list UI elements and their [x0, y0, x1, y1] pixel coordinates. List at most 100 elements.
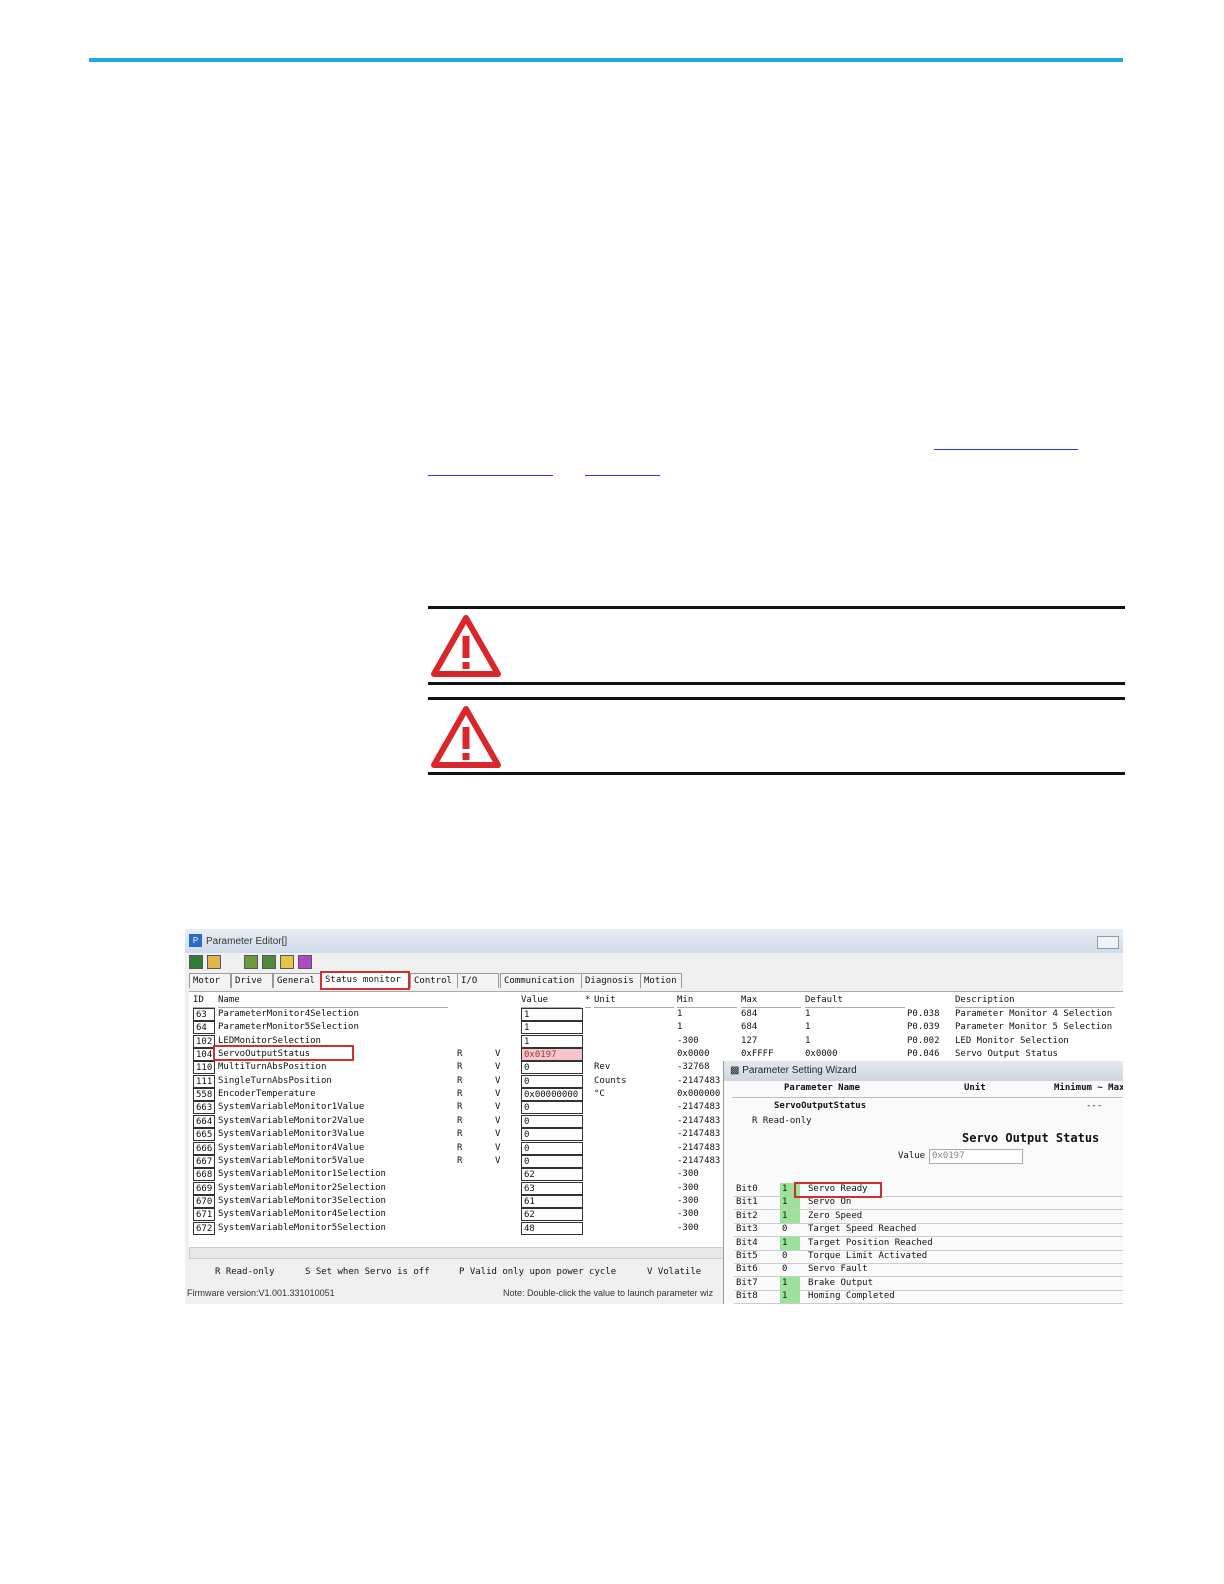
- cell-value[interactable]: 1: [521, 1021, 583, 1035]
- bit-row: Bit7 1 Brake Output: [734, 1276, 1123, 1291]
- cell-value[interactable]: 62: [521, 1168, 583, 1182]
- bit-value: 1: [782, 1197, 788, 1208]
- tab-control[interactable]: Control: [410, 973, 458, 988]
- cell-id: 63: [193, 1008, 215, 1021]
- wizard-value-label: Value: [898, 1151, 926, 1161]
- col-max-header[interactable]: Max: [741, 994, 801, 1008]
- wizard-value-field[interactable]: 0x0197: [929, 1149, 1023, 1164]
- cell-desc: Servo Output Status: [955, 1049, 1058, 1060]
- cell-value[interactable]: 48: [521, 1221, 583, 1235]
- cell-value[interactable]: 0: [521, 1074, 583, 1088]
- cell-value[interactable]: 0: [521, 1061, 583, 1075]
- cross-reference-link-3[interactable]: [585, 475, 660, 476]
- bit-label: Target Speed Reached: [808, 1224, 917, 1235]
- cell-value[interactable]: 0x0197: [521, 1048, 583, 1062]
- cell-name: MultiTurnAbsPosition: [218, 1062, 327, 1073]
- cell-value[interactable]: 1: [521, 1034, 583, 1048]
- cell-value[interactable]: 0: [521, 1128, 583, 1142]
- cell-r: R: [457, 1062, 463, 1073]
- wizard-icon: ▩: [730, 1065, 740, 1076]
- warning-bottom-rule: [428, 682, 1125, 685]
- tab-communication[interactable]: Communication: [500, 973, 582, 988]
- wizard-range-value: ---: [1086, 1101, 1103, 1111]
- legend-power-cycle: P Valid only upon power cycle: [459, 1267, 617, 1277]
- cell-value[interactable]: 0: [521, 1141, 583, 1155]
- bit-value: 1: [782, 1210, 788, 1221]
- cell-name: SystemVariableMonitor4Value: [218, 1142, 365, 1153]
- table-row[interactable]: 63 ParameterMonitor4Selection 1 1 684 1 P0.038…: [189, 1008, 1123, 1021]
- bit-row: Bit8 1 Homing Completed: [734, 1290, 1123, 1304]
- cell-value[interactable]: 62: [521, 1208, 583, 1222]
- cell-id: 558: [193, 1088, 215, 1102]
- cell-min: 1: [677, 1022, 683, 1033]
- cell-value[interactable]: 0: [521, 1154, 583, 1168]
- open-folder-icon[interactable]: [207, 955, 221, 969]
- cell-r: [457, 1208, 467, 1221]
- lock-icon[interactable]: [280, 955, 294, 969]
- firmware-version: Firmware version:V1.001.331010051: [187, 1288, 335, 1298]
- bit-row: Bit0 1 Servo Ready: [734, 1183, 1123, 1197]
- minimize-button[interactable]: [1097, 936, 1119, 949]
- bit-label: Torque Limit Activated: [808, 1251, 928, 1261]
- compare-icon[interactable]: [298, 955, 312, 969]
- cell-max: 684: [741, 1022, 758, 1033]
- cell-v: [495, 1222, 505, 1235]
- bit-value: 0: [782, 1251, 788, 1261]
- col-min-header[interactable]: Min: [677, 994, 737, 1008]
- tab-status-monitor[interactable]: Status monitor: [320, 971, 410, 990]
- cell-v: [495, 1208, 505, 1221]
- horizontal-scrollbar[interactable]: [189, 1247, 724, 1259]
- cell-id: 666: [193, 1141, 215, 1155]
- cell-code: P0.039: [907, 1022, 940, 1033]
- cell-unit: °C: [594, 1089, 605, 1100]
- download-icon[interactable]: [244, 955, 258, 969]
- cell-default: 1: [805, 1022, 811, 1033]
- col-id-header[interactable]: ID: [193, 994, 215, 1008]
- cell-unit: [594, 1222, 674, 1235]
- cell-value[interactable]: 0x00000000: [521, 1088, 583, 1102]
- header-rule: [89, 58, 1123, 62]
- cell-id: 111: [193, 1074, 215, 1088]
- cross-reference-link-2[interactable]: [428, 475, 553, 476]
- cell-v: [495, 1021, 505, 1034]
- col-default-header[interactable]: Default: [805, 994, 905, 1008]
- parameter-editor-screenshot: P Parameter Editor[] Motor Drive General…: [185, 929, 1123, 1304]
- cell-unit: [594, 1195, 674, 1208]
- cell-unit: [594, 1008, 674, 1021]
- cell-value[interactable]: 63: [521, 1181, 583, 1195]
- tab-motor[interactable]: Motor: [189, 973, 231, 988]
- cell-value[interactable]: 0: [521, 1101, 583, 1115]
- cross-reference-link-1[interactable]: [934, 449, 1078, 450]
- tab-diagnosis[interactable]: Diagnosis: [581, 973, 641, 988]
- tab-motion[interactable]: Motion: [640, 973, 682, 988]
- col-name-header[interactable]: Name: [218, 994, 448, 1008]
- bit-value: 1: [782, 1184, 788, 1194]
- col-value-header[interactable]: Value: [521, 994, 581, 1008]
- cell-unit: Rev: [594, 1062, 611, 1073]
- cell-id: 665: [193, 1128, 215, 1142]
- bit-bit: Bit8: [736, 1291, 758, 1302]
- cell-unit: [594, 1155, 674, 1168]
- col-unit-header[interactable]: Unit: [594, 994, 674, 1008]
- highlight-servo-output-status: [213, 1045, 354, 1061]
- table-row[interactable]: 64 ParameterMonitor5Selection 1 1 684 1 P0.039…: [189, 1021, 1123, 1035]
- cell-value[interactable]: 61: [521, 1194, 583, 1208]
- cell-default: 1: [805, 1009, 811, 1019]
- tab-general[interactable]: General: [273, 973, 321, 988]
- tab-io[interactable]: I/O: [457, 973, 499, 988]
- cell-value[interactable]: 1: [521, 1008, 583, 1021]
- cell-desc: LED Monitor Selection: [955, 1035, 1069, 1046]
- cell-r: R: [457, 1129, 463, 1140]
- cell-v: V: [495, 1115, 501, 1126]
- col-description-header[interactable]: Description: [955, 994, 1115, 1008]
- save-icon[interactable]: [189, 955, 203, 969]
- tab-drive[interactable]: Drive: [231, 973, 273, 988]
- cell-v: [495, 1182, 505, 1195]
- cell-name: SingleTurnAbsPosition: [218, 1075, 332, 1086]
- warning-top-rule: [428, 606, 1125, 609]
- cell-id: 670: [193, 1194, 215, 1208]
- cell-name: SystemVariableMonitor3Selection: [218, 1195, 386, 1206]
- cell-value[interactable]: 0: [521, 1114, 583, 1128]
- cell-v: V: [495, 1089, 501, 1100]
- upload-icon[interactable]: [262, 955, 276, 969]
